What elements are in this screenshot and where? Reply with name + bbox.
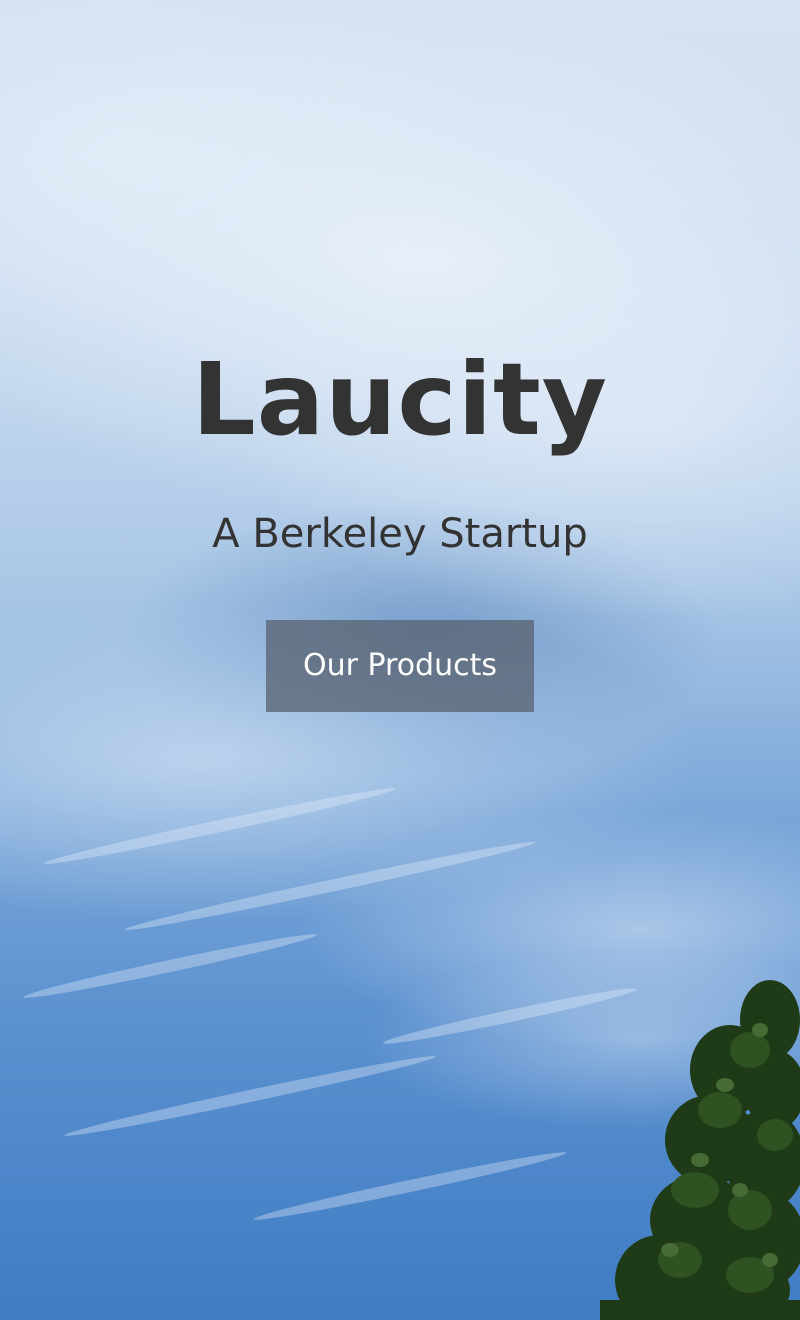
site-tagline: A Berkeley Startup — [212, 511, 588, 557]
hero-content: Laucity A Berkeley Startup Our Products — [0, 0, 800, 1320]
our-products-button[interactable]: Our Products — [266, 620, 534, 712]
site-title: Laucity — [192, 341, 608, 458]
